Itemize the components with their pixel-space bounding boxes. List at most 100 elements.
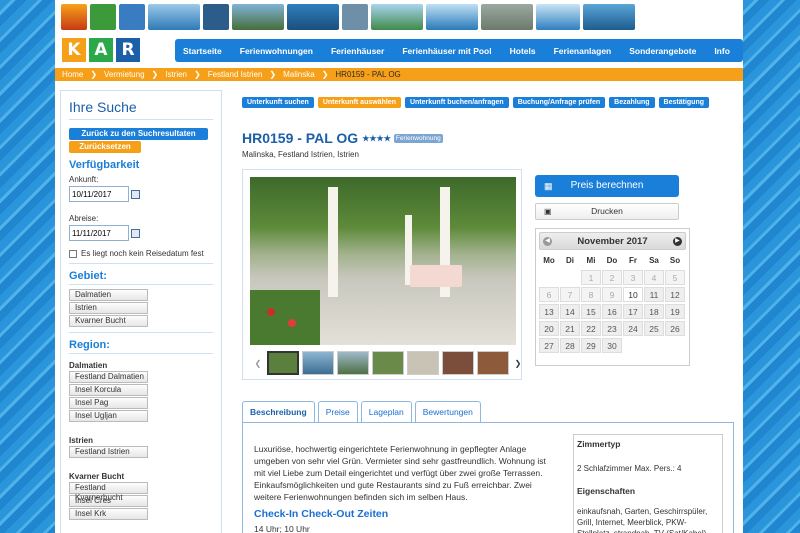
region-button[interactable]: Festland Istrien [69,446,148,458]
nav-link-ferienanlagen[interactable]: Ferienanlagen [545,46,621,56]
departure-date-input[interactable] [69,225,129,241]
gallery-thumbnail[interactable] [442,351,474,375]
area-button[interactable]: Dalmatien [69,289,148,301]
nav-link-startseite[interactable]: Startseite [175,46,231,56]
arrival-date-input[interactable] [69,186,129,202]
gallery-thumbnail[interactable] [337,351,369,375]
gallery-thumbnail[interactable] [407,351,439,375]
step-book[interactable]: Unterkunft buchen/anfragen [404,97,509,108]
nav-link-sonderangebote[interactable]: Sonderangebote [620,46,705,56]
header-photo[interactable] [536,4,580,30]
region-button[interactable]: Festland Kvarnerbucht [69,482,148,502]
step-search[interactable]: Unterkunft suchen [242,97,314,108]
step-confirmation[interactable]: Bestätigung [658,97,709,108]
tab-lageplan[interactable]: Lageplan [360,401,412,422]
chevron-right-icon[interactable]: ▶ [672,236,682,246]
area-button[interactable]: Kvarner Bucht [69,315,148,327]
calendar-day[interactable]: 10 [623,287,643,302]
nav-link-ferienhaeuser-pool[interactable]: Ferienhäuser mit Pool [393,46,500,56]
breadcrumb-link[interactable]: Istrien [165,70,187,79]
calendar-month: November 2017 [577,235,648,247]
header-photo[interactable] [203,4,229,30]
reset-button[interactable]: Zurücksetzen [69,141,141,153]
calendar-day[interactable]: 20 [539,321,559,336]
calendar-day[interactable]: 24 [623,321,643,336]
calendar-day[interactable]: 25 [644,321,664,336]
gallery-thumbnail[interactable] [267,351,299,375]
calendar-day[interactable]: 26 [665,321,685,336]
nav-link-info[interactable]: Info [705,46,739,56]
step-check[interactable]: Buchung/Anfrage prüfen [512,97,606,108]
header-photo[interactable] [583,4,635,30]
header-photo[interactable] [481,4,533,30]
header-photo[interactable] [371,4,423,30]
header-photo[interactable] [232,4,284,30]
breadcrumb-link[interactable]: Vermietung [104,70,144,79]
calendar-day[interactable]: 21 [560,321,580,336]
calendar-icon[interactable] [131,189,140,199]
header-photo[interactable] [119,4,145,30]
calendar-day[interactable]: 18 [644,304,664,319]
calendar-day[interactable]: 14 [560,304,580,319]
back-to-results-button[interactable]: Zurück zu den Suchresultaten [69,128,208,140]
step-select[interactable]: Unterkunft auswählen [317,97,401,108]
header-photo[interactable] [61,4,87,30]
calculate-price-button[interactable]: ▦ Preis berechnen [535,175,679,197]
site-logo[interactable]: K A R [62,38,140,62]
calendar-day[interactable]: 16 [602,304,622,319]
region-button[interactable]: Insel Pag [69,397,148,409]
calendar-day[interactable]: 28 [560,338,580,353]
region-button[interactable]: Festland Dalmatien [69,371,148,383]
print-button[interactable]: ▣ Drucken [535,203,679,220]
calendar-day[interactable]: 27 [539,338,559,353]
calendar-day: 7 [560,287,580,302]
calendar-day[interactable]: 19 [665,304,685,319]
header-photo[interactable] [148,4,200,30]
step-payment[interactable]: Bezahlung [609,97,655,108]
nav-link-hotels[interactable]: Hotels [501,46,545,56]
breadcrumb-link[interactable]: Malinska [283,70,315,79]
region-button[interactable]: Insel Cres [69,495,148,507]
gallery-thumbnail[interactable] [302,351,334,375]
nav-link-ferienwohnungen[interactable]: Ferienwohnungen [231,46,322,56]
area-button[interactable]: Istrien [69,302,148,314]
chevron-left-icon[interactable]: ❮ [252,359,264,368]
breadcrumb-link[interactable]: Home [62,70,83,79]
region-button[interactable]: Insel Korcula [69,384,148,396]
header-photo[interactable] [90,4,116,30]
calculator-icon: ▦ [544,181,553,191]
main-photo[interactable] [250,177,516,345]
header-photo[interactable] [287,4,339,30]
breadcrumb-link[interactable]: Festland Istrien [208,70,263,79]
checkin-times: 14 Uhr; 10 Uhr [254,524,310,533]
calendar-day[interactable]: 11 [644,287,664,302]
calendar-day[interactable]: 22 [581,321,601,336]
weekday-header: Di [566,256,574,265]
description-text: Luxuriöse, hochwertig eingerichtete Feri… [254,444,546,502]
header-photo[interactable] [342,4,368,30]
chevron-left-icon[interactable]: ◀ [543,236,552,246]
tab-bewertungen[interactable]: Bewertungen [414,401,481,422]
header-photo[interactable] [426,4,478,30]
no-date-checkbox[interactable] [69,249,77,258]
calendar-day[interactable]: 17 [623,304,643,319]
calendar-icon[interactable] [131,228,140,238]
region-button[interactable]: Insel Krk [69,508,148,520]
calendar-day[interactable]: 13 [539,304,559,319]
calendar-day[interactable]: 30 [602,338,622,353]
tab-beschreibung[interactable]: Beschreibung [242,401,315,422]
chevron-right-icon[interactable]: ❯ [512,359,524,368]
features-heading: Eigenschaften [577,486,636,496]
calendar-day[interactable]: 15 [581,304,601,319]
gallery-thumbnail[interactable] [477,351,509,375]
calendar-day[interactable]: 12 [665,287,685,302]
nav-link-ferienhaeuser[interactable]: Ferienhäuser [322,46,393,56]
gallery-thumbnail[interactable] [372,351,404,375]
region-button[interactable]: Insel Ugljan [69,410,148,422]
tab-preise[interactable]: Preise [317,401,358,422]
printer-icon: ▣ [544,207,552,216]
calendar-blank [560,270,580,285]
logo-letter: R [116,38,140,62]
calendar-day[interactable]: 29 [581,338,601,353]
calendar-day[interactable]: 23 [602,321,622,336]
